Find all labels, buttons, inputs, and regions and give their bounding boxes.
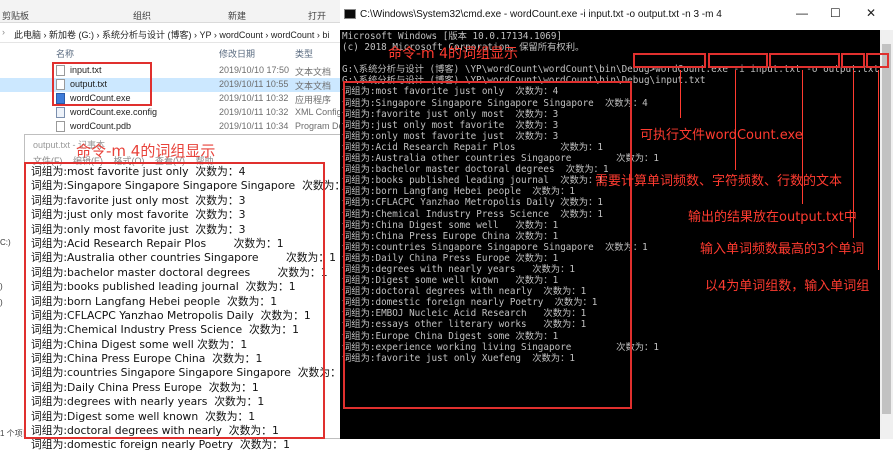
breadcrumb-item[interactable]: wordCount <box>219 30 263 40</box>
column-header-row: 名称 修改日期 类型 <box>0 44 345 60</box>
ribbon: 剪贴板 组织 新建 打开 <box>0 0 345 23</box>
file-type: XML Config <box>295 107 342 117</box>
breadcrumb-item[interactable]: bi <box>322 30 329 40</box>
chevron-right-icon: › <box>2 27 5 37</box>
highlight-notepad-output <box>24 162 325 439</box>
highlight-output-arg <box>769 53 840 68</box>
scrollbar-thumb[interactable] <box>882 44 891 414</box>
highlight-input-arg <box>708 53 768 68</box>
highlight-text-files <box>52 62 152 106</box>
highlight-m-arg <box>866 53 889 68</box>
annotation-input: 需要计算单词频数、字符频数、行数的文本 <box>595 174 843 189</box>
file-name: wordCount.exe.config <box>70 107 158 117</box>
file-row-wordcount-pdb[interactable]: wordCount.pdb 2019/10/11 10:34 Program D… <box>0 120 349 134</box>
column-header-type[interactable]: 类型 <box>295 47 313 60</box>
file-date: 2019/10/11 10:32 <box>219 107 289 117</box>
highlight-n-arg <box>841 53 865 68</box>
notepad-caption: 命令-m 4的词组显示 <box>76 142 216 160</box>
maximize-button[interactable]: ☐ <box>830 6 841 20</box>
ribbon-group-organize[interactable]: 组织 <box>133 9 151 22</box>
annotation-output: 输出的结果放在output.txt中 <box>688 210 857 225</box>
file-type: 应用程序 <box>295 95 332 105</box>
sidebar-drive-label[interactable]: ) <box>0 282 3 291</box>
highlight-cmd-output <box>343 81 632 409</box>
arrow-line <box>680 70 681 118</box>
address-bar[interactable]: › 此电脑 › 新加卷 (G:) › 系统分析与设计 (博客) › YP › w… <box>0 25 345 43</box>
cmd-line: Microsoft Windows [版本 10.0.17134.1069] <box>342 31 563 42</box>
breadcrumb-item[interactable]: wordCount <box>271 30 315 40</box>
file-name: wordCount.pdb <box>70 121 132 131</box>
annotation-n: 输入单词频数最高的3个单词 <box>700 242 865 257</box>
breadcrumb-item[interactable]: YP <box>200 30 212 40</box>
file-date: 2019/10/11 10:55 <box>219 79 289 89</box>
breadcrumb-item[interactable]: 此电脑 <box>14 30 41 40</box>
sidebar-drive-label[interactable]: ) <box>0 298 3 307</box>
text-line: 词组为:domestic foreign nearly Poetry 次数为：1 <box>31 438 290 452</box>
pdb-file-icon <box>56 121 65 132</box>
ribbon-group-clipboard[interactable]: 剪贴板 <box>2 9 29 22</box>
sidebar-drive-label[interactable]: C:) <box>0 238 11 247</box>
file-type: 文本文档 <box>295 67 332 77</box>
cmd-title: C:\Windows\System32\cmd.exe - wordCount.… <box>360 9 722 20</box>
breadcrumb: 此电脑 › 新加卷 (G:) › 系统分析与设计 (博客) › YP › wor… <box>14 30 330 40</box>
arrow-line <box>735 70 736 170</box>
minimize-button[interactable]: — <box>796 6 808 20</box>
highlight-exe-arg <box>633 53 706 68</box>
column-header-name[interactable]: 名称 <box>56 47 74 60</box>
file-date: 2019/10/11 10:32 <box>219 93 289 103</box>
cmd-title-bar[interactable]: C:\Windows\System32\cmd.exe - wordCount.… <box>340 0 893 30</box>
file-date: 2019/10/11 10:34 <box>219 121 289 131</box>
file-type: 文本文档 <box>295 81 332 91</box>
cmd-caption: 命令-m 4的词组显示 <box>388 46 519 62</box>
close-button[interactable]: ✕ <box>866 6 876 20</box>
config-file-icon <box>56 107 65 118</box>
ribbon-group-new[interactable]: 新建 <box>228 9 246 22</box>
ribbon-group-open[interactable]: 打开 <box>308 9 326 22</box>
file-row-wordcount-exe-config[interactable]: wordCount.exe.config 2019/10/11 10:32 XM… <box>0 106 345 120</box>
cmd-scrollbar[interactable] <box>880 30 893 439</box>
file-date: 2019/10/10 17:50 <box>219 65 290 75</box>
terminal-icon <box>344 9 356 19</box>
breadcrumb-item[interactable]: 新加卷 (G:) <box>49 30 94 40</box>
breadcrumb-item[interactable]: 系统分析与设计 (博客) <box>102 30 192 40</box>
annotation-exe: 可执行文件wordCount.exe <box>640 128 803 143</box>
column-header-date[interactable]: 修改日期 <box>219 47 255 60</box>
annotation-m: 以4为单词组数，输入单词组 <box>705 279 870 294</box>
arrow-line <box>878 70 879 270</box>
